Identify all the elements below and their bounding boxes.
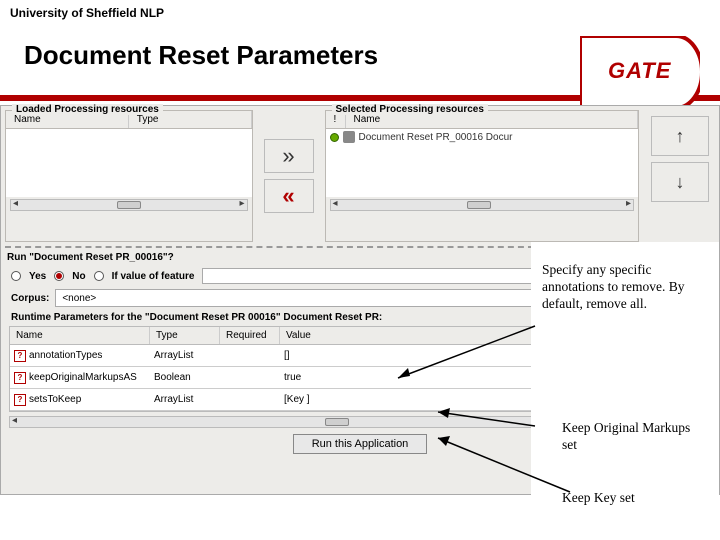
selected-hscroll[interactable] [330, 199, 634, 211]
param-col-name[interactable]: Name [10, 327, 150, 344]
arrow-down-icon: ↓ [676, 172, 685, 193]
loaded-hscroll[interactable] [10, 199, 248, 211]
param-name: annotationTypes [29, 350, 102, 361]
annotation-keepkey: Keep Key set [562, 490, 702, 507]
param-type: ArrayList [150, 350, 220, 361]
selected-list[interactable]: Document Reset PR_00016 Docur [326, 129, 638, 197]
gate-logo: GATE [580, 36, 700, 108]
arrow-up-icon: ↑ [676, 126, 685, 147]
optional-icon: ? [14, 394, 26, 406]
loaded-panel-label: Loaded Processing resources [12, 104, 163, 115]
optional-icon: ? [14, 372, 26, 384]
param-type: ArrayList [150, 394, 220, 405]
gate-logo-text: GATE [608, 58, 671, 84]
chevron-double-left-icon: « [282, 183, 294, 209]
radio-no[interactable] [54, 271, 64, 281]
param-type: Boolean [150, 372, 220, 383]
move-up-button[interactable]: ↑ [651, 116, 709, 156]
header-university: University of Sheffield NLP [0, 0, 720, 22]
run-application-button[interactable]: Run this Application [293, 434, 428, 454]
add-selected-button[interactable]: » [264, 139, 314, 173]
selected-item-name: Document Reset PR_00016 Docur [359, 132, 513, 143]
param-name: setsToKeep [29, 394, 81, 405]
corpus-label: Corpus: [11, 293, 49, 304]
selected-resources-panel: Selected Processing resources ! Name Doc… [325, 110, 639, 242]
annotation-keeporig: Keep Original Markups set [562, 420, 702, 454]
param-name: keepOriginalMarkupsAS [29, 372, 137, 383]
corpus-value: <none> [62, 293, 96, 304]
param-col-type[interactable]: Type [150, 327, 220, 344]
loaded-list[interactable] [6, 129, 252, 197]
remove-selected-button[interactable]: « [264, 179, 314, 213]
param-col-required[interactable]: Required [220, 327, 280, 344]
radio-yes[interactable] [11, 271, 21, 281]
selected-item-row[interactable]: Document Reset PR_00016 Docur [326, 129, 638, 145]
transfer-buttons: » « [259, 110, 319, 242]
move-down-button[interactable]: ↓ [651, 162, 709, 202]
radio-if-feature-label: If value of feature [112, 271, 195, 282]
reorder-panel: ↑ ↓ [645, 110, 715, 242]
annotation-specify: Specify any specific annotations to remo… [542, 262, 702, 313]
chevron-double-right-icon: » [282, 143, 294, 169]
radio-no-label: No [72, 271, 85, 282]
radio-yes-label: Yes [29, 271, 46, 282]
selected-panel-label: Selected Processing resources [332, 104, 488, 115]
gear-icon [343, 131, 355, 143]
optional-icon: ? [14, 350, 26, 362]
radio-if-feature[interactable] [94, 271, 104, 281]
status-dot-icon [330, 133, 339, 142]
loaded-resources-panel: Loaded Processing resources Name Type [5, 110, 253, 242]
